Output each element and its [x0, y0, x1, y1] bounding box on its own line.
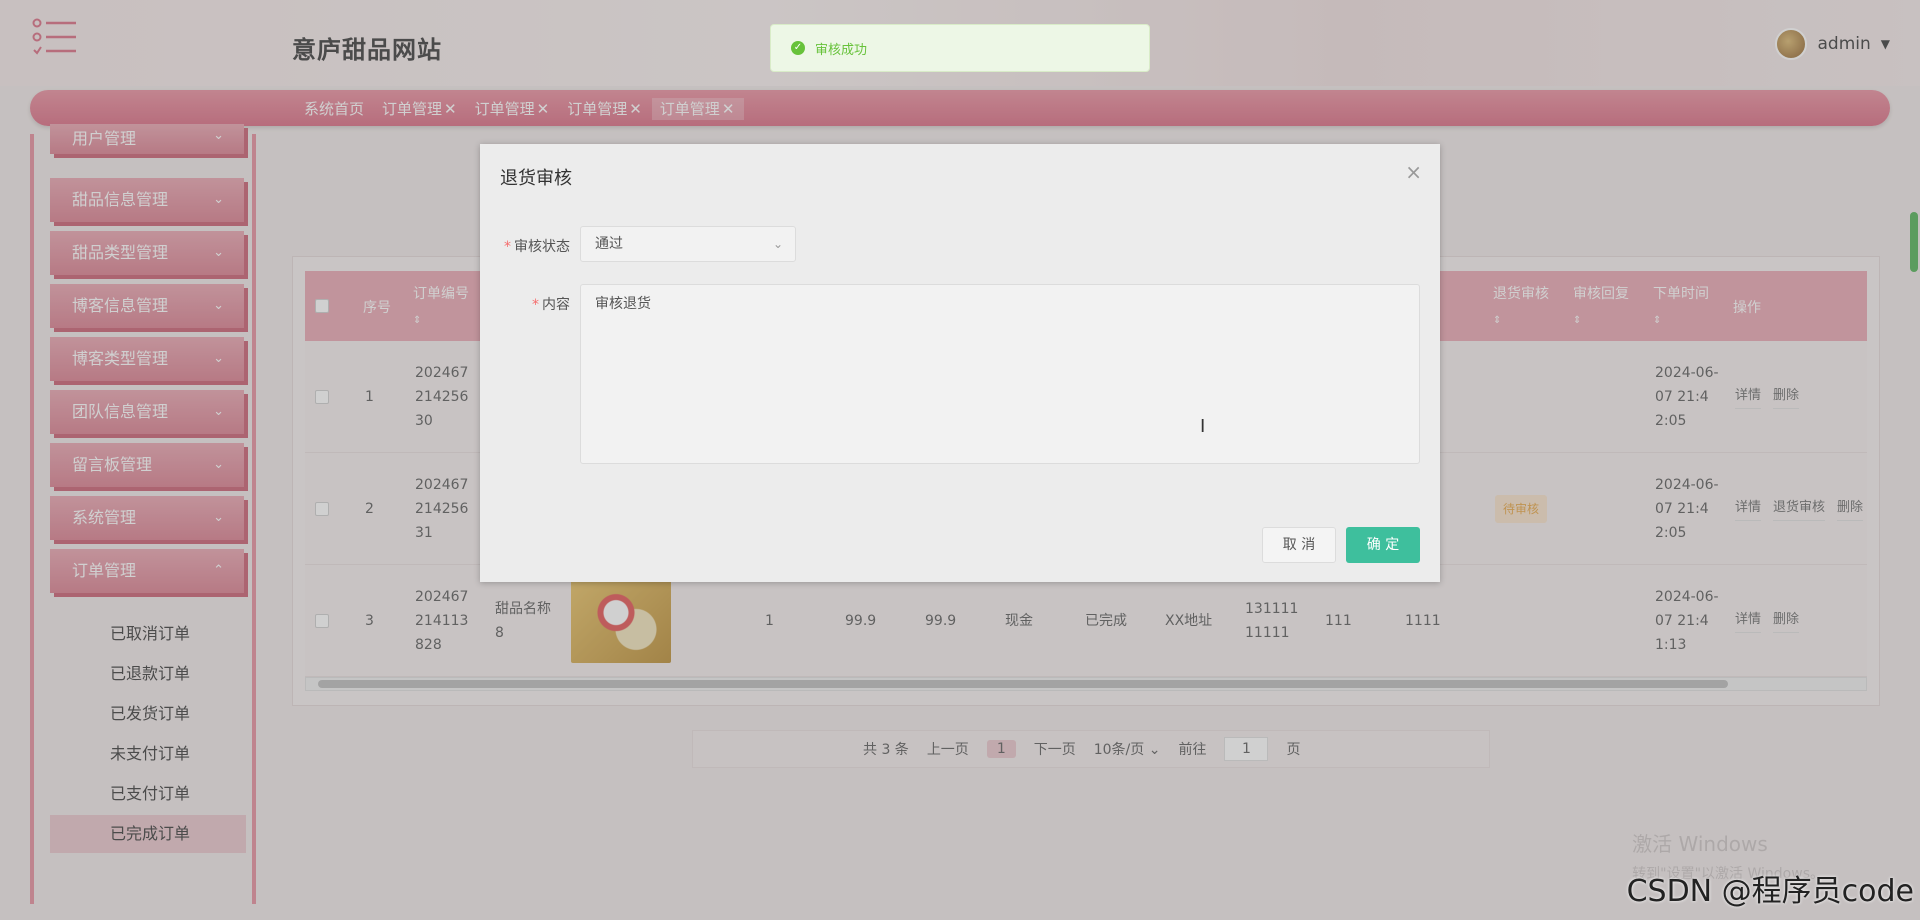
- status-label-text: 审核状态: [514, 239, 570, 255]
- required-mark: *: [532, 297, 539, 313]
- dialog-title: 退货审核: [500, 168, 572, 189]
- cancel-button[interactable]: 取 消: [1262, 527, 1336, 563]
- success-toast: ✓ 审核成功: [770, 24, 1150, 72]
- toast-message: 审核成功: [815, 42, 868, 58]
- refund-review-dialog: 退货审核 × * 审核状态 通过 ⌄ * 内容 审核退货 取 消 确 定: [480, 144, 1440, 582]
- csdn-watermark: CSDN @程序员code: [1626, 874, 1914, 909]
- chevron-down-icon: ⌄: [772, 237, 783, 251]
- required-mark: *: [504, 239, 511, 255]
- status-label: * 审核状态: [500, 236, 570, 256]
- watermark-line1: 激活 Windows: [1632, 832, 1768, 856]
- text-cursor-icon: I: [1200, 416, 1206, 437]
- success-check-icon: ✓: [791, 41, 805, 55]
- review-status-select[interactable]: 通过 ⌄: [580, 226, 796, 262]
- content-label: * 内容: [500, 294, 570, 314]
- close-icon[interactable]: ×: [1405, 160, 1422, 184]
- confirm-button[interactable]: 确 定: [1346, 527, 1420, 563]
- content-textarea[interactable]: 审核退货: [580, 284, 1420, 464]
- select-value: 通过: [595, 236, 623, 252]
- content-label-text: 内容: [542, 297, 570, 313]
